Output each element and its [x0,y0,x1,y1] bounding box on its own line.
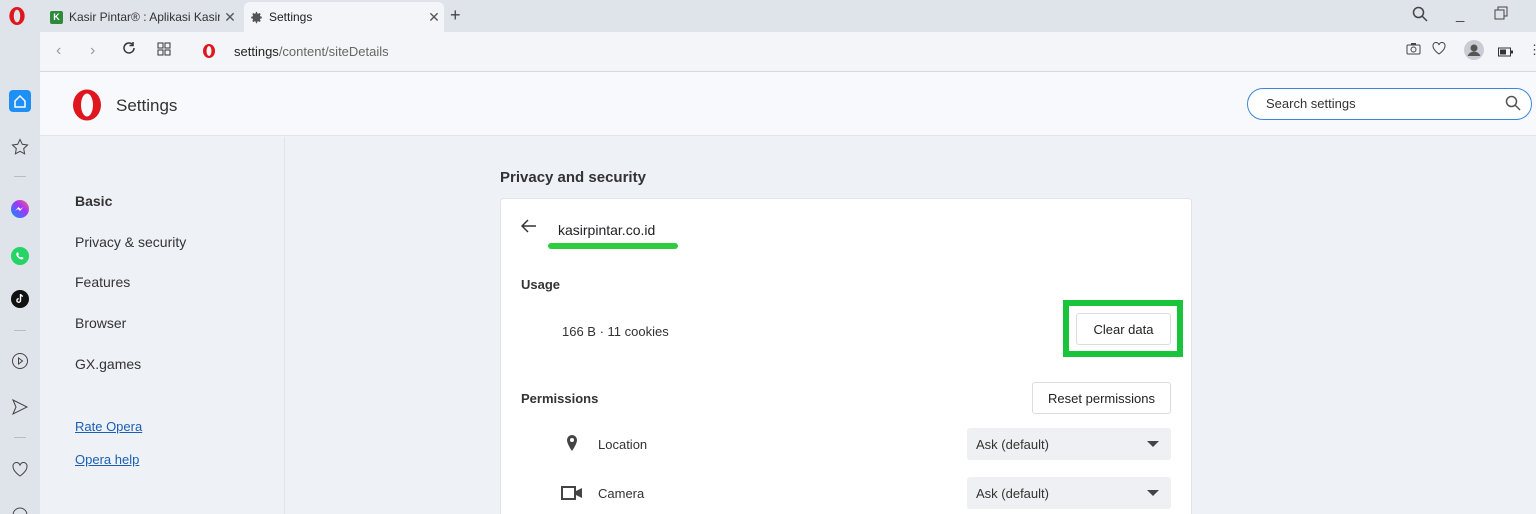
camera-icon [561,486,582,500]
section-title: Privacy and security [500,169,646,186]
sidebar-divider [14,176,26,177]
minimize-icon[interactable]: _ [1456,6,1464,23]
opera-url-icon [203,44,215,58]
clear-data-button[interactable]: Clear data [1076,313,1171,345]
opera-logo-icon [73,89,101,121]
restore-icon[interactable] [1494,6,1508,24]
tab-search-icon[interactable] [1412,6,1428,26]
camera-select[interactable]: Ask (default) [967,477,1171,509]
permission-row-location: Location Ask (default) [561,428,1171,460]
usage-value: 166 B · 11 cookies [562,324,669,339]
battery-icon[interactable] [1498,45,1514,60]
back-icon[interactable]: ‹ [56,42,61,60]
select-value: Ask (default) [976,486,1049,501]
gear-icon [250,11,263,24]
opera-help-link[interactable]: Opera help [75,452,139,467]
nav-item-features[interactable]: Features [75,274,130,290]
location-pin-icon [567,435,577,451]
permission-name: Camera [598,486,645,501]
send-icon[interactable] [9,396,31,418]
close-tab-icon[interactable]: ✕ [220,9,240,26]
permissions-label: Permissions [521,391,599,406]
reload-icon[interactable] [122,41,136,60]
tab-strip: K Kasir Pintar® : Aplikasi Kasir ✕ Setti… [0,0,1536,32]
url-host: settings [234,44,279,59]
more-menu-icon[interactable]: ⋮ [1528,42,1536,58]
permission-row-camera: Camera Ask (default) [561,477,1171,509]
history-clock-icon[interactable] [9,504,31,514]
settings-nav: Basic Privacy & security Features Browse… [40,137,285,514]
dropdown-caret-icon [1147,490,1159,496]
site-name: kasirpintar.co.id [558,222,656,238]
rate-opera-link[interactable]: Rate Opera [75,419,142,434]
permission-name: Location [598,437,648,452]
settings-header: Settings [40,72,1536,136]
opera-sidebar [0,32,40,514]
sidebar-divider [14,330,26,331]
kasir-favicon-icon: K [50,10,63,24]
close-tab-icon[interactable]: ✕ [424,9,444,26]
select-value: Ask (default) [976,437,1049,452]
forward-icon[interactable]: › [90,42,95,60]
sidebar-divider [14,437,26,438]
site-details-card: kasirpintar.co.id Usage 166 B · 11 cooki… [500,198,1192,514]
location-select[interactable]: Ask (default) [967,428,1171,460]
new-tab-icon[interactable]: + [450,5,461,26]
avatar-icon[interactable] [1464,40,1484,63]
dropdown-caret-icon [1147,441,1159,447]
tab-settings[interactable]: Settings ✕ [244,2,444,32]
page-title: Settings [116,96,178,115]
usage-label: Usage [521,277,561,292]
search-settings-box[interactable] [1247,88,1532,120]
tab-kasir-pintar[interactable]: K Kasir Pintar® : Aplikasi Kasir ✕ [44,2,240,32]
highlight-underline [548,243,678,249]
tiktok-icon[interactable] [9,288,31,310]
reset-permissions-button[interactable]: Reset permissions [1032,382,1171,414]
address-bar: ‹ › settings/content/siteDetails ⋮ [40,32,1536,72]
heart-icon[interactable] [9,458,31,480]
url-path: /content/siteDetails [278,44,389,59]
nav-item-privacy-security[interactable]: Privacy & security [75,234,186,250]
opera-menu-icon[interactable] [8,6,26,26]
nav-item-browser[interactable]: Browser [75,315,126,331]
search-icon[interactable] [1505,95,1521,116]
messenger-icon[interactable] [9,198,31,220]
speed-dial-icon[interactable] [157,42,171,61]
home-icon[interactable] [9,90,31,112]
url-field[interactable]: settings/content/siteDetails [234,44,389,59]
nav-item-basic[interactable]: Basic [75,193,112,209]
tab-title: Kasir Pintar® : Aplikasi Kasir [69,10,220,24]
search-input[interactable] [1266,96,1496,111]
tab-title: Settings [269,10,313,24]
bookmarks-star-icon[interactable] [9,136,31,158]
heart-icon[interactable] [1432,41,1446,58]
player-icon[interactable] [9,350,31,372]
back-arrow-icon[interactable] [520,219,537,238]
whatsapp-icon[interactable] [9,245,31,267]
nav-item-gx-games[interactable]: GX.games [75,356,141,372]
snapshot-camera-icon[interactable] [1406,42,1421,58]
